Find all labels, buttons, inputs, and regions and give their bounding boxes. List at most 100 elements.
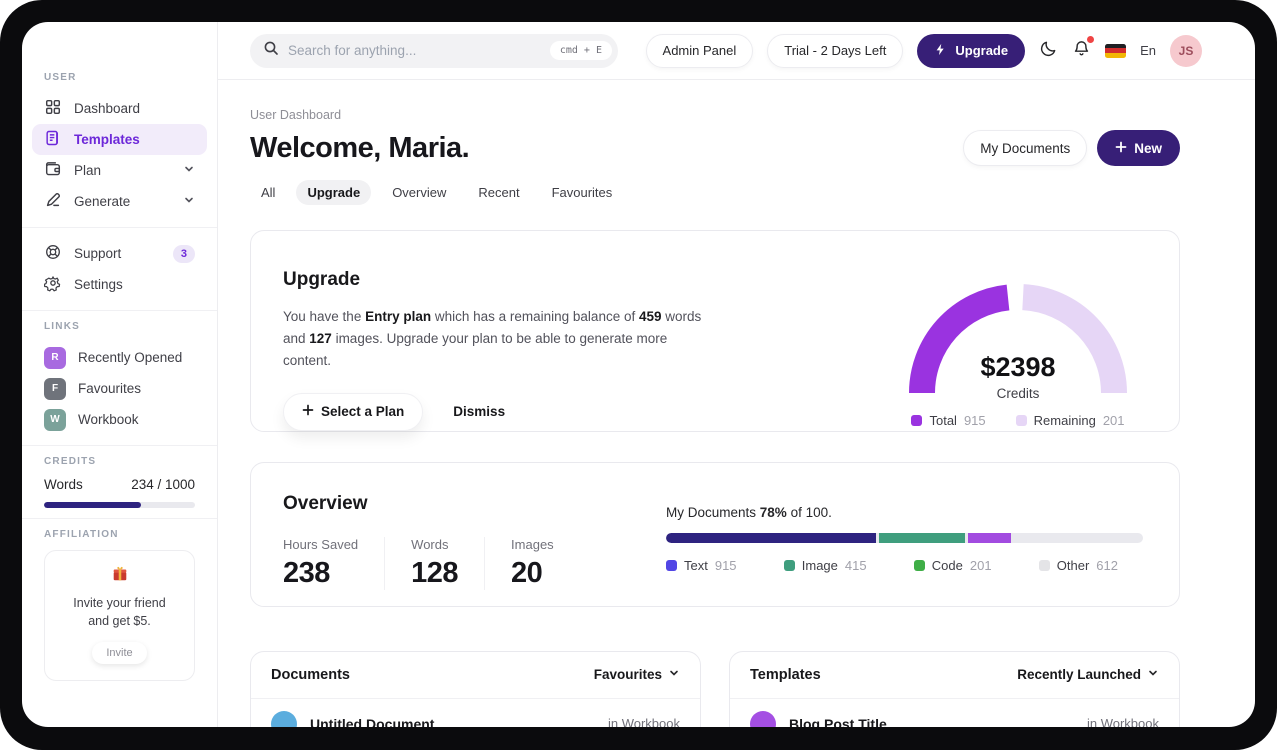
notification-dot bbox=[1087, 35, 1095, 43]
sidebar-item-label: Templates bbox=[74, 132, 140, 147]
plus-icon bbox=[302, 404, 314, 419]
sidebar-item-label: Plan bbox=[74, 163, 102, 178]
document-list-item[interactable]: Untitled Document in Workbook bbox=[251, 699, 700, 727]
upgrade-button[interactable]: Upgrade bbox=[917, 33, 1026, 68]
trial-badge[interactable]: Trial - 2 Days Left bbox=[767, 33, 904, 68]
overview-stats: Hours Saved 238 Words 128 Images 20 bbox=[283, 536, 666, 590]
sidebar-item-plan[interactable]: Plan bbox=[32, 155, 207, 186]
admin-panel-button[interactable]: Admin Panel bbox=[645, 33, 754, 68]
language-code[interactable]: En bbox=[1140, 43, 1156, 58]
templates-doc-icon bbox=[44, 129, 62, 150]
sidebar-item-dashboard[interactable]: Dashboard bbox=[32, 93, 207, 124]
sidebar-divider bbox=[22, 518, 217, 519]
gauge-value: $2398 bbox=[980, 352, 1056, 382]
new-button[interactable]: New bbox=[1097, 130, 1180, 166]
topbar-right: Admin Panel Trial - 2 Days Left Upgrade … bbox=[645, 33, 1202, 68]
dashboard-grid-icon bbox=[44, 98, 62, 119]
templates-card: Templates Recently Launched Blog Post Ti… bbox=[729, 650, 1180, 727]
tab-favourites[interactable]: Favourites bbox=[541, 180, 624, 205]
legend-item-remaining: Remaining 201 bbox=[1015, 413, 1125, 428]
sidebar-item-support[interactable]: Support 3 bbox=[32, 238, 207, 269]
sidebar-link-favourites[interactable]: F Favourites bbox=[32, 373, 207, 404]
documents-filter-dropdown[interactable]: Favourites bbox=[594, 667, 680, 682]
stat-words: Words 128 bbox=[411, 536, 486, 590]
legend-swatch bbox=[783, 559, 795, 571]
sidebar-link-workbook[interactable]: W Workbook bbox=[32, 404, 207, 435]
sidebar-item-generate[interactable]: Generate bbox=[32, 186, 207, 217]
language-flag-germany[interactable] bbox=[1105, 43, 1127, 58]
select-plan-button[interactable]: Select a Plan bbox=[283, 392, 424, 431]
sidebar-section-links: LINKS bbox=[44, 321, 80, 332]
user-avatar[interactable]: JS bbox=[1170, 34, 1202, 67]
document-avatar bbox=[271, 710, 297, 727]
sidebar-item-templates[interactable]: Templates bbox=[32, 124, 207, 155]
overview-card: Overview Hours Saved 238 Words 128 Image… bbox=[250, 461, 1180, 607]
page-title: Welcome, Maria. bbox=[250, 131, 470, 164]
upgrade-card-body: You have the Entry plan which has a rema… bbox=[283, 309, 702, 368]
credits-gauge: $2398 Credits Total 915 Remaining 201 bbox=[893, 269, 1143, 431]
search-input[interactable]: Search for anything... cmd + E bbox=[250, 33, 618, 68]
sidebar-item-label: Generate bbox=[74, 194, 131, 209]
sidebar-section-affiliation: AFFILIATION bbox=[44, 529, 119, 540]
search-placeholder: Search for anything... bbox=[288, 43, 417, 58]
legend-swatch bbox=[666, 559, 677, 571]
progress-caption: My Documents 78% of 100. bbox=[666, 504, 832, 520]
overview-card-title: Overview bbox=[283, 492, 368, 514]
stacked-bar-chart bbox=[666, 532, 1143, 543]
legend-swatch bbox=[913, 559, 925, 571]
chevron-down-icon bbox=[1147, 667, 1159, 682]
legend-swatch bbox=[1038, 559, 1050, 571]
sidebar-item-label: Favourites bbox=[78, 381, 142, 396]
legend-swatch bbox=[911, 415, 923, 426]
upgrade-card: Upgrade You have the Entry plan which ha… bbox=[250, 230, 1180, 432]
sidebar-link-recently-opened[interactable]: R Recently Opened bbox=[32, 342, 207, 373]
notifications-button[interactable] bbox=[1072, 35, 1095, 63]
bar-legend: Text 915 Image 415 Code 201 Other 612 bbox=[666, 558, 1143, 573]
document-title: Untitled Document bbox=[310, 715, 435, 727]
templates-filter-dropdown[interactable]: Recently Launched bbox=[1017, 667, 1159, 682]
legend-item-image: Image 415 bbox=[783, 558, 867, 573]
template-location: in Workbook bbox=[1086, 716, 1159, 727]
template-list-item[interactable]: Blog Post Title in Workbook bbox=[730, 699, 1179, 727]
tab-all[interactable]: All bbox=[250, 180, 286, 205]
search-shortcut: cmd + E bbox=[549, 41, 612, 60]
legend-item-total: Total 915 bbox=[911, 413, 986, 428]
stat-images: Images 20 bbox=[511, 536, 554, 589]
my-documents-button[interactable]: My Documents bbox=[963, 130, 1088, 166]
sidebar-item-label: Recently Opened bbox=[78, 350, 183, 365]
credits-progress-fill bbox=[44, 502, 141, 508]
documents-card-title: Documents bbox=[271, 666, 350, 683]
sidebar-section-user: USER bbox=[44, 72, 77, 83]
wallet-icon bbox=[44, 160, 62, 181]
tab-recent[interactable]: Recent bbox=[467, 180, 530, 205]
tab-upgrade[interactable]: Upgrade bbox=[296, 180, 372, 205]
pencil-icon bbox=[44, 191, 62, 212]
sidebar-item-label: Dashboard bbox=[74, 101, 141, 116]
credits-words-value: 234 / 1000 bbox=[131, 477, 195, 492]
affiliation-card: Invite your friend and get $5. Invite bbox=[44, 550, 195, 682]
bar-segment-image bbox=[878, 532, 965, 543]
legend-item-other: Other 612 bbox=[1038, 558, 1118, 573]
gear-icon bbox=[43, 274, 62, 295]
chevron-down-icon bbox=[183, 194, 195, 209]
affiliation-text: Invite your friend and get $5. bbox=[73, 596, 166, 629]
sidebar-divider bbox=[22, 227, 217, 228]
bar-segment-text bbox=[666, 532, 876, 543]
sidebar-item-settings[interactable]: Settings bbox=[32, 269, 207, 300]
sidebar-item-label: Settings bbox=[74, 277, 123, 292]
link-initial-badge: W bbox=[44, 408, 66, 431]
template-title: Blog Post Title bbox=[789, 715, 887, 727]
dark-mode-toggle[interactable] bbox=[1039, 39, 1058, 63]
sidebar-divider bbox=[22, 445, 217, 446]
gauge-legend: Total 915 Remaining 201 bbox=[893, 413, 1143, 428]
breadcrumb: User Dashboard bbox=[250, 108, 342, 122]
dismiss-button[interactable]: Dismiss bbox=[453, 404, 505, 419]
bar-segment-code bbox=[967, 532, 1011, 543]
stat-hours-saved: Hours Saved 238 bbox=[283, 536, 386, 590]
invite-button[interactable]: Invite bbox=[92, 642, 147, 665]
tab-overview[interactable]: Overview bbox=[381, 180, 457, 205]
chevron-down-icon bbox=[183, 163, 195, 178]
sidebar-divider bbox=[22, 310, 217, 311]
tabs: All Upgrade Overview Recent Favourites bbox=[250, 180, 1180, 205]
legend-swatch bbox=[1015, 415, 1027, 426]
